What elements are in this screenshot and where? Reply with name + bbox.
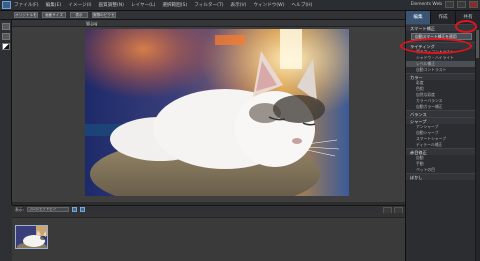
cat-photo-graphic bbox=[85, 29, 349, 196]
color-swatch-icon[interactable] bbox=[1, 43, 10, 50]
app-logo-icon bbox=[2, 1, 11, 9]
zoom-tool-icon[interactable] bbox=[1, 23, 10, 30]
section-red-eye[interactable]: 赤目修正 bbox=[406, 148, 475, 155]
hand-tool-icon[interactable] bbox=[1, 33, 10, 40]
menu-edit[interactable]: 編集(E) bbox=[46, 2, 62, 8]
menu-image[interactable]: イメージ(I) bbox=[68, 2, 91, 8]
auto-smart-fix-button[interactable]: 自動スマート補正を適用 bbox=[411, 33, 472, 40]
menu-file[interactable]: ファイル(F) bbox=[14, 2, 39, 8]
options-bar: オリジナルを表示 画面サイズ 表示 実際のピクセル bbox=[0, 11, 405, 20]
close-button[interactable] bbox=[469, 1, 478, 8]
document-tab-label: 猫.jpg bbox=[86, 21, 98, 26]
fit-screen-button[interactable]: 画面サイズ bbox=[42, 12, 66, 18]
section-smart-fix[interactable]: スマート補正 bbox=[406, 24, 475, 31]
bin-select[interactable]: プロジェクトビン bbox=[26, 207, 69, 212]
tab-share[interactable]: 共有 bbox=[455, 11, 480, 24]
project-bin bbox=[12, 213, 405, 261]
bin-save-icon[interactable] bbox=[79, 207, 85, 212]
thumbnail-graphic bbox=[16, 226, 47, 248]
panel-tabs: 編集 作成 共有 bbox=[405, 11, 480, 24]
section-blur[interactable]: ぼかし bbox=[406, 173, 475, 180]
canvas-area: 猫.jpg bbox=[12, 20, 405, 205]
section-sharpen[interactable]: シャープ bbox=[406, 117, 475, 124]
menu-enhance[interactable]: 画質調整(N) bbox=[99, 2, 124, 8]
minimize-button[interactable] bbox=[445, 1, 454, 8]
toolbox bbox=[0, 20, 12, 205]
actual-pixels-button[interactable]: 実際のピクセル bbox=[92, 12, 116, 18]
menu-bar: ファイル(F) 編集(E) イメージ(I) 画質調整(N) レイヤー(L) 選択… bbox=[0, 0, 480, 11]
bin-open-icon[interactable] bbox=[71, 207, 77, 212]
section-color[interactable]: カラー bbox=[406, 73, 475, 80]
section-lighting[interactable]: ライティング bbox=[406, 42, 475, 49]
cat-photo[interactable] bbox=[85, 29, 349, 196]
document-tab[interactable]: 猫.jpg bbox=[12, 20, 405, 27]
menu-filter[interactable]: フィルター(T) bbox=[194, 2, 223, 8]
bin-show-label: 表示: bbox=[15, 206, 24, 212]
tab-create[interactable]: 作成 bbox=[430, 11, 455, 24]
panel-scrollbar[interactable] bbox=[475, 24, 480, 261]
menu-help[interactable]: ヘルプ(H) bbox=[292, 2, 313, 8]
menu-window[interactable]: ウィンドウ(W) bbox=[253, 2, 284, 8]
edit-panel: スマート補正 自動スマート補正を適用 ライティング 明るさ・コントラスト シャド… bbox=[405, 24, 480, 261]
view-button[interactable]: 表示 bbox=[70, 12, 88, 18]
bin-left-strip bbox=[0, 205, 12, 261]
show-original-button[interactable]: オリジナルを表示 bbox=[14, 12, 38, 18]
maximize-button[interactable] bbox=[457, 1, 466, 8]
section-balance[interactable]: バランス bbox=[406, 110, 475, 117]
menu-layer[interactable]: レイヤー(L) bbox=[131, 2, 155, 8]
tab-edit[interactable]: 編集 bbox=[405, 11, 430, 24]
bin-thumbnail[interactable] bbox=[15, 225, 48, 249]
bin-header bbox=[12, 213, 405, 218]
menu-view[interactable]: 表示(V) bbox=[231, 2, 247, 8]
app-title-right: Elements Web bbox=[410, 2, 442, 7]
panel-scroll-thumb[interactable] bbox=[476, 30, 479, 58]
menu-select[interactable]: 選択範囲(S) bbox=[162, 2, 187, 8]
bin-toolbar: 表示: プロジェクトビン bbox=[12, 205, 405, 214]
